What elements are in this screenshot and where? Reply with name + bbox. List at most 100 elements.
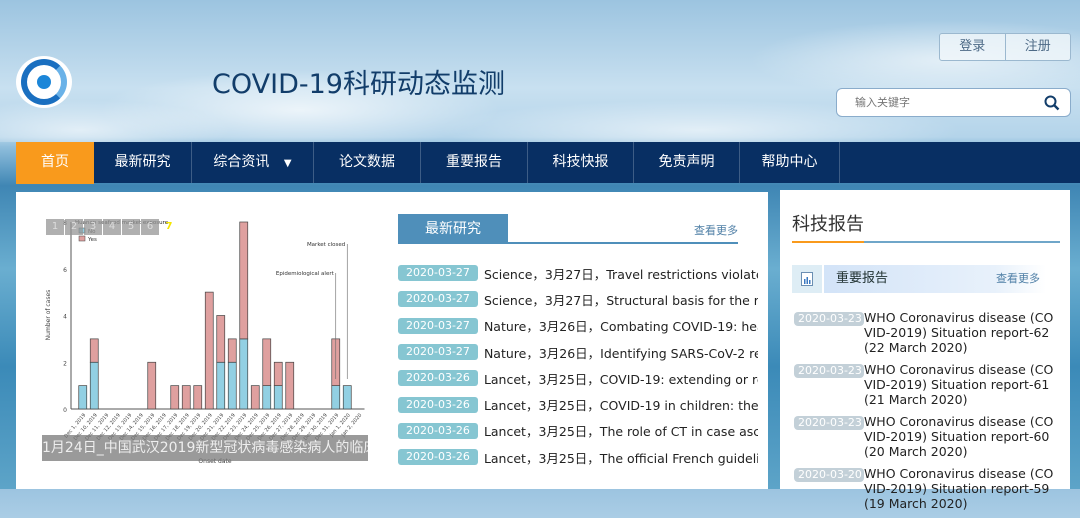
caret-down-icon: ▼ [283,158,292,169]
slide-caption[interactable]: 1月24日_中国武汉2019新型冠状病毒感染病人的临床特征 [42,435,368,461]
report-date: 2020-03-23 [794,364,864,378]
news-item[interactable]: 2020-03-27 Nature，3月26日，Identifying SARS-… [398,339,758,365]
slider-page-2[interactable]: 2 [65,219,83,235]
slider-page-7[interactable]: 7 [160,219,178,235]
slider-page-6[interactable]: 6 [141,219,159,235]
annotation-label: Epidemiological alert [276,271,335,277]
legend-label: Yes [87,237,97,243]
bar-yes [204,291,214,410]
report-title[interactable]: WHO Coronavirus disease (COVID-2019) Sit… [864,362,1056,407]
news-title[interactable]: Lancet，3月25日，The official French guideli… [484,448,758,467]
bar-yes [262,338,272,386]
divider [792,241,1060,243]
news-item[interactable]: 2020-03-26 Lancet，3月25日，COVID-19: extendi… [398,365,758,391]
news-date: 2020-03-27 [398,317,478,334]
search-box [836,88,1071,117]
login-button[interactable]: 登录 [940,34,1005,60]
news-item[interactable]: 2020-03-27 Science，3月27日，Structural basis… [398,286,758,312]
report-date: 2020-03-20 [794,468,864,482]
bar-no [216,361,226,410]
news-title[interactable]: Lancet，3月25日，COVID-19 in children: the l… [484,395,758,414]
epicurve-chart: 02468Number of casesOnset dateDec 1, 201… [45,220,365,465]
site-logo[interactable] [16,56,72,108]
bar-yes [227,338,237,363]
nav-reports[interactable]: 重要报告 [421,142,528,183]
news-date: 2020-03-26 [398,370,478,387]
main-nav: 首页 最新研究 综合资讯 ▼ 论文数据 重要报告 科技快报 免责声明 帮助中心 [16,142,1080,184]
slider-page-5[interactable]: 5 [122,219,140,235]
bar-yes [239,221,249,340]
news-date: 2020-03-26 [398,449,478,466]
news-item[interactable]: 2020-03-26 Lancet，3月25日，The role of CT in… [398,418,758,444]
news-title[interactable]: Nature，3月26日，Combating COVID-19: health [484,316,758,335]
register-button[interactable]: 注册 [1004,34,1071,60]
nav-home[interactable]: 首页 [16,142,94,184]
bar-yes [147,361,157,410]
slider-page-3[interactable]: 3 [84,219,102,235]
bar-yes [285,361,295,410]
news-item[interactable]: 2020-03-27 Nature，3月26日，Combating COVID-1… [398,313,758,339]
report-date: 2020-03-23 [794,312,864,326]
bar-yes [273,361,283,386]
reports-section-header: 重要报告 查看更多 [792,265,1046,293]
bar-yes [89,338,99,363]
y-tick-label: 6 [63,267,67,274]
report-title[interactable]: WHO Coronavirus disease (COVID-2019) Sit… [864,310,1056,355]
news-title[interactable]: Science，3月27日，Structural basis for the r… [484,290,758,309]
bar-no [342,385,352,410]
reports-list: 2020-03-23 WHO Coronavirus disease (COVID… [794,310,1056,518]
slider-page-4[interactable]: 4 [103,219,121,235]
report-item[interactable]: 2020-03-23 WHO Coronavirus disease (COVID… [794,310,1056,355]
nav-paper-data[interactable]: 论文数据 [314,142,421,183]
reports-more-link[interactable]: 查看更多 [996,265,1046,293]
news-date: 2020-03-26 [398,396,478,413]
latest-more-link[interactable]: 查看更多 [694,222,738,238]
report-date: 2020-03-23 [794,416,864,430]
search-input[interactable] [855,96,1044,109]
report-item[interactable]: 2020-03-23 WHO Coronavirus disease (COVID… [794,362,1056,407]
nav-tech-news[interactable]: 科技快报 [528,142,634,183]
latest-research-list: 2020-03-27 Science，3月27日，Travel restricti… [398,260,758,470]
bar-yes [250,385,260,410]
news-title[interactable]: Lancet，3月25日，COVID-19: extending or rela… [484,369,758,388]
legend-swatch [78,235,86,242]
tab-latest-research[interactable]: 最新研究 [398,214,508,244]
bar-yes [181,385,191,410]
reports-panel: 科技报告 重要报告 查看更多 2020-03-23 WHO Coronavirus… [780,190,1070,511]
news-item[interactable]: 2020-03-26 Lancet，3月25日，The official Fren… [398,444,758,470]
nav-disclaimer[interactable]: 免责声明 [634,142,740,183]
image-slider[interactable]: 02468Number of casesOnset dateDec 1, 201… [42,215,368,465]
search-icon[interactable] [1044,95,1060,111]
nav-latest-research[interactable]: 最新研究 [94,142,192,183]
nav-help[interactable]: 帮助中心 [740,142,840,183]
bar-yes [193,385,203,410]
news-date: 2020-03-26 [398,422,478,439]
reports-section-label: 重要报告 [836,271,889,286]
bar-no [262,385,272,410]
slider-page-1[interactable]: 1 [46,219,64,235]
news-title[interactable]: Lancet，3月25日，The role of CT in case asce… [484,421,758,440]
site-title: COVID-19科研动态监测 [212,69,505,100]
news-title[interactable]: Nature，3月26日，Identifying SARS-CoV-2 rela [484,343,758,362]
reports-title: 科技报告 [792,214,864,235]
y-axis-label: Number of cases [45,290,52,341]
news-date: 2020-03-27 [398,265,478,282]
nav-news-label: 综合资讯 [213,154,270,170]
report-title[interactable]: WHO Coronavirus disease (COVID-2019) Sit… [864,414,1056,459]
news-title[interactable]: Science，3月27日，Travel restrictions violat… [484,264,758,283]
bar-no [89,361,99,410]
nav-news[interactable]: 综合资讯 ▼ [192,142,314,183]
main-panel: 02468Number of casesOnset dateDec 1, 201… [16,192,768,489]
bar-no [78,385,88,410]
bar-no [239,338,249,410]
bar-yes [170,385,180,410]
report-chart-icon [792,265,824,293]
news-item[interactable]: 2020-03-26 Lancet，3月25日，COVID-19 in child… [398,391,758,417]
news-item[interactable]: 2020-03-27 Science，3月27日，Travel restricti… [398,260,758,286]
bar-no [273,385,283,410]
news-date: 2020-03-27 [398,344,478,361]
report-item[interactable]: 2020-03-23 WHO Coronavirus disease (COVID… [794,414,1056,459]
slider-pager: 1234567 [46,219,179,235]
latest-research-header: 最新研究 查看更多 [398,214,738,244]
bar-no [227,361,237,410]
